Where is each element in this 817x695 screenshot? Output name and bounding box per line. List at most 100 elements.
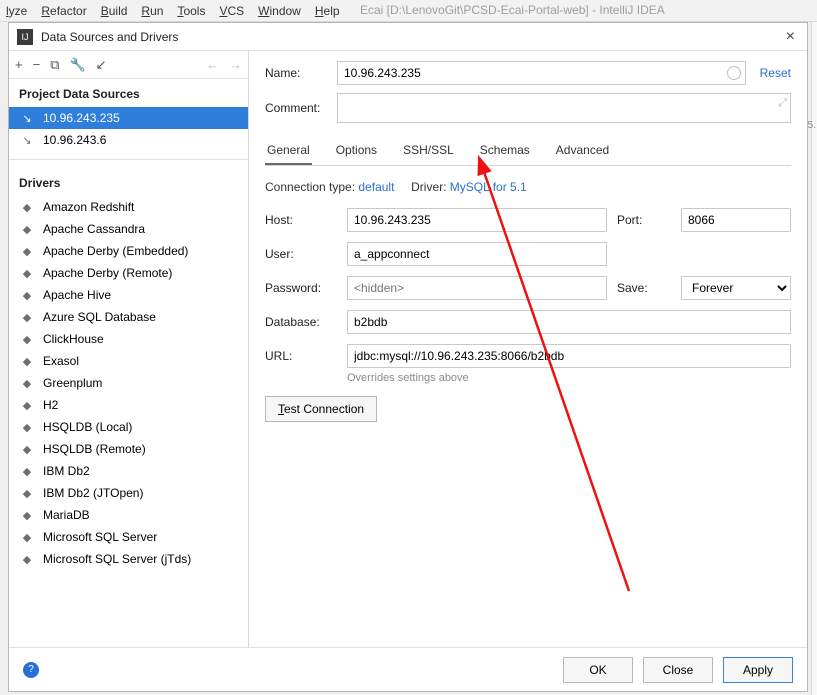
driver-item[interactable]: ◆HSQLDB (Remote) — [9, 438, 248, 460]
user-input[interactable] — [347, 242, 607, 266]
driver-label: Greenplum — [43, 376, 102, 390]
driver-item[interactable]: ◆ Apache Derby (Embedded) — [9, 240, 248, 262]
name-input[interactable] — [337, 61, 746, 85]
add-icon[interactable]: + — [15, 57, 23, 72]
url-label: URL: — [265, 349, 337, 363]
datasources-dialog: IJ Data Sources and Drivers × + − ⧉ 🔧 ↙ … — [8, 22, 808, 692]
reset-link[interactable]: Reset — [760, 66, 791, 80]
comment-input[interactable]: ⤢ — [337, 93, 791, 123]
copy-icon[interactable]: ⧉ — [50, 57, 59, 73]
forward-icon[interactable]: → — [229, 57, 242, 72]
menu-refactor[interactable]: Refactor — [41, 4, 86, 18]
host-input[interactable] — [347, 208, 607, 232]
wrench-icon[interactable]: 🔧 — [69, 57, 85, 73]
driver-item[interactable]: ◆ Microsoft SQL Server (jTds) — [9, 548, 248, 570]
tab-advanced[interactable]: Advanced — [554, 137, 611, 165]
dialog-footer: ? OK Close Apply — [9, 647, 807, 691]
driver-item[interactable]: ◆ MariaDB — [9, 504, 248, 526]
datasource-label: 10.96.243.6 — [43, 133, 106, 147]
datasource-item[interactable]: ↘10.96.243.6 — [9, 129, 248, 151]
tab-schemas[interactable]: Schemas — [478, 137, 532, 165]
user-label: User: — [265, 247, 337, 261]
test-connection-button[interactable]: Test Connection — [265, 396, 377, 422]
driver-label: Apache Derby (Embedded) — [43, 244, 188, 258]
driver-icon: ◆ — [19, 399, 35, 412]
menu-run[interactable]: Run — [141, 4, 163, 18]
color-circle-icon[interactable] — [727, 66, 741, 80]
driver-label: Exasol — [43, 354, 79, 368]
driver-item[interactable]: ◆Microsoft SQL Server — [9, 526, 248, 548]
driver-item[interactable]: ◆IBM Db2 (JTOpen) — [9, 482, 248, 504]
driver-item[interactable]: ◆ IBM Db2 — [9, 460, 248, 482]
close-icon[interactable]: × — [782, 28, 799, 46]
menu-window[interactable]: Window — [258, 4, 301, 18]
menu-vcs[interactable]: VCS — [219, 4, 244, 18]
tab-general[interactable]: General — [265, 137, 312, 165]
conn-type-link[interactable]: default — [358, 180, 394, 194]
driver-item[interactable]: ◆Exasol — [9, 350, 248, 372]
divider — [9, 159, 248, 160]
menu-tools[interactable]: Tools — [177, 4, 205, 18]
menu-lyze[interactable]: lyze — [6, 4, 27, 18]
driver-label: Apache Derby (Remote) — [43, 266, 172, 280]
make-global-icon[interactable]: ↙ — [96, 57, 107, 73]
driver-item[interactable]: ◆Greenplum — [9, 372, 248, 394]
connection-line: Connection type: default Driver: MySQL f… — [265, 180, 791, 194]
name-label: Name: — [265, 66, 337, 80]
driver-icon: ◆ — [19, 245, 35, 258]
driver-icon: ◆ — [19, 443, 35, 456]
driver-label: HSQLDB (Local) — [43, 420, 132, 434]
driver-link[interactable]: MySQL for 5.1 — [450, 180, 527, 194]
section-drivers: Drivers — [9, 168, 248, 196]
expand-icon[interactable]: ⤢ — [778, 97, 787, 110]
driver-label: ClickHouse — [43, 332, 104, 346]
driver-item[interactable]: ◆H2 — [9, 394, 248, 416]
port-input[interactable] — [681, 208, 791, 232]
save-select[interactable]: Forever — [681, 276, 791, 300]
menu-build[interactable]: Build — [101, 4, 128, 18]
driver-icon: ◆ — [19, 465, 35, 478]
driver-item[interactable]: ◆Apache Cassandra — [9, 218, 248, 240]
driver-icon: ◆ — [19, 201, 35, 214]
menu-help[interactable]: Help — [315, 4, 340, 18]
driver-item[interactable]: ◆ Apache Hive — [9, 284, 248, 306]
save-label: Save: — [617, 281, 671, 295]
gutter-number: 5. — [808, 120, 816, 131]
driver-label: IBM Db2 — [43, 464, 90, 478]
driver-icon: ◆ — [19, 267, 35, 280]
driver-label: Apache Hive — [43, 288, 111, 302]
driver-item[interactable]: ◆ Amazon Redshift — [9, 196, 248, 218]
left-toolbar: + − ⧉ 🔧 ↙ ← → — [9, 51, 248, 79]
driver-icon: ◆ — [19, 553, 35, 566]
port-label: Port: — [617, 213, 671, 227]
driver-icon: ◆ — [19, 487, 35, 500]
password-input[interactable] — [347, 276, 607, 300]
datasource-label: 10.96.243.235 — [43, 111, 120, 125]
driver-label: Apache Cassandra — [43, 222, 145, 236]
datasource-item[interactable]: ↘10.96.243.235 — [9, 107, 248, 129]
driver-icon: ◆ — [19, 531, 35, 544]
driver-item[interactable]: ◆ Apache Derby (Remote) — [9, 262, 248, 284]
driver-item[interactable]: ◆ClickHouse — [9, 328, 248, 350]
driver-item[interactable]: ◆HSQLDB (Local) — [9, 416, 248, 438]
remove-icon[interactable]: − — [33, 57, 41, 72]
driver-label: Azure SQL Database — [43, 310, 156, 324]
close-button[interactable]: Close — [643, 657, 713, 683]
ok-button[interactable]: OK — [563, 657, 633, 683]
driver-icon: ◆ — [19, 311, 35, 324]
sources-tree[interactable]: Project Data Sources ↘10.96.243.235↘10.9… — [9, 79, 248, 647]
help-icon[interactable]: ? — [23, 662, 39, 678]
driver-icon: ◆ — [19, 289, 35, 302]
back-icon[interactable]: ← — [206, 57, 219, 72]
tab-sshssl[interactable]: SSH/SSL — [401, 137, 456, 165]
driver-label: Amazon Redshift — [43, 200, 134, 214]
database-label: Database: — [265, 315, 337, 329]
apply-button[interactable]: Apply — [723, 657, 793, 683]
driver-label: MariaDB — [43, 508, 90, 522]
driver-item[interactable]: ◆ Azure SQL Database — [9, 306, 248, 328]
driver-icon: ◆ — [19, 509, 35, 522]
url-input[interactable] — [347, 344, 791, 368]
driver-label: Microsoft SQL Server (jTds) — [43, 552, 191, 566]
database-input[interactable] — [347, 310, 791, 334]
tab-options[interactable]: Options — [334, 137, 379, 165]
